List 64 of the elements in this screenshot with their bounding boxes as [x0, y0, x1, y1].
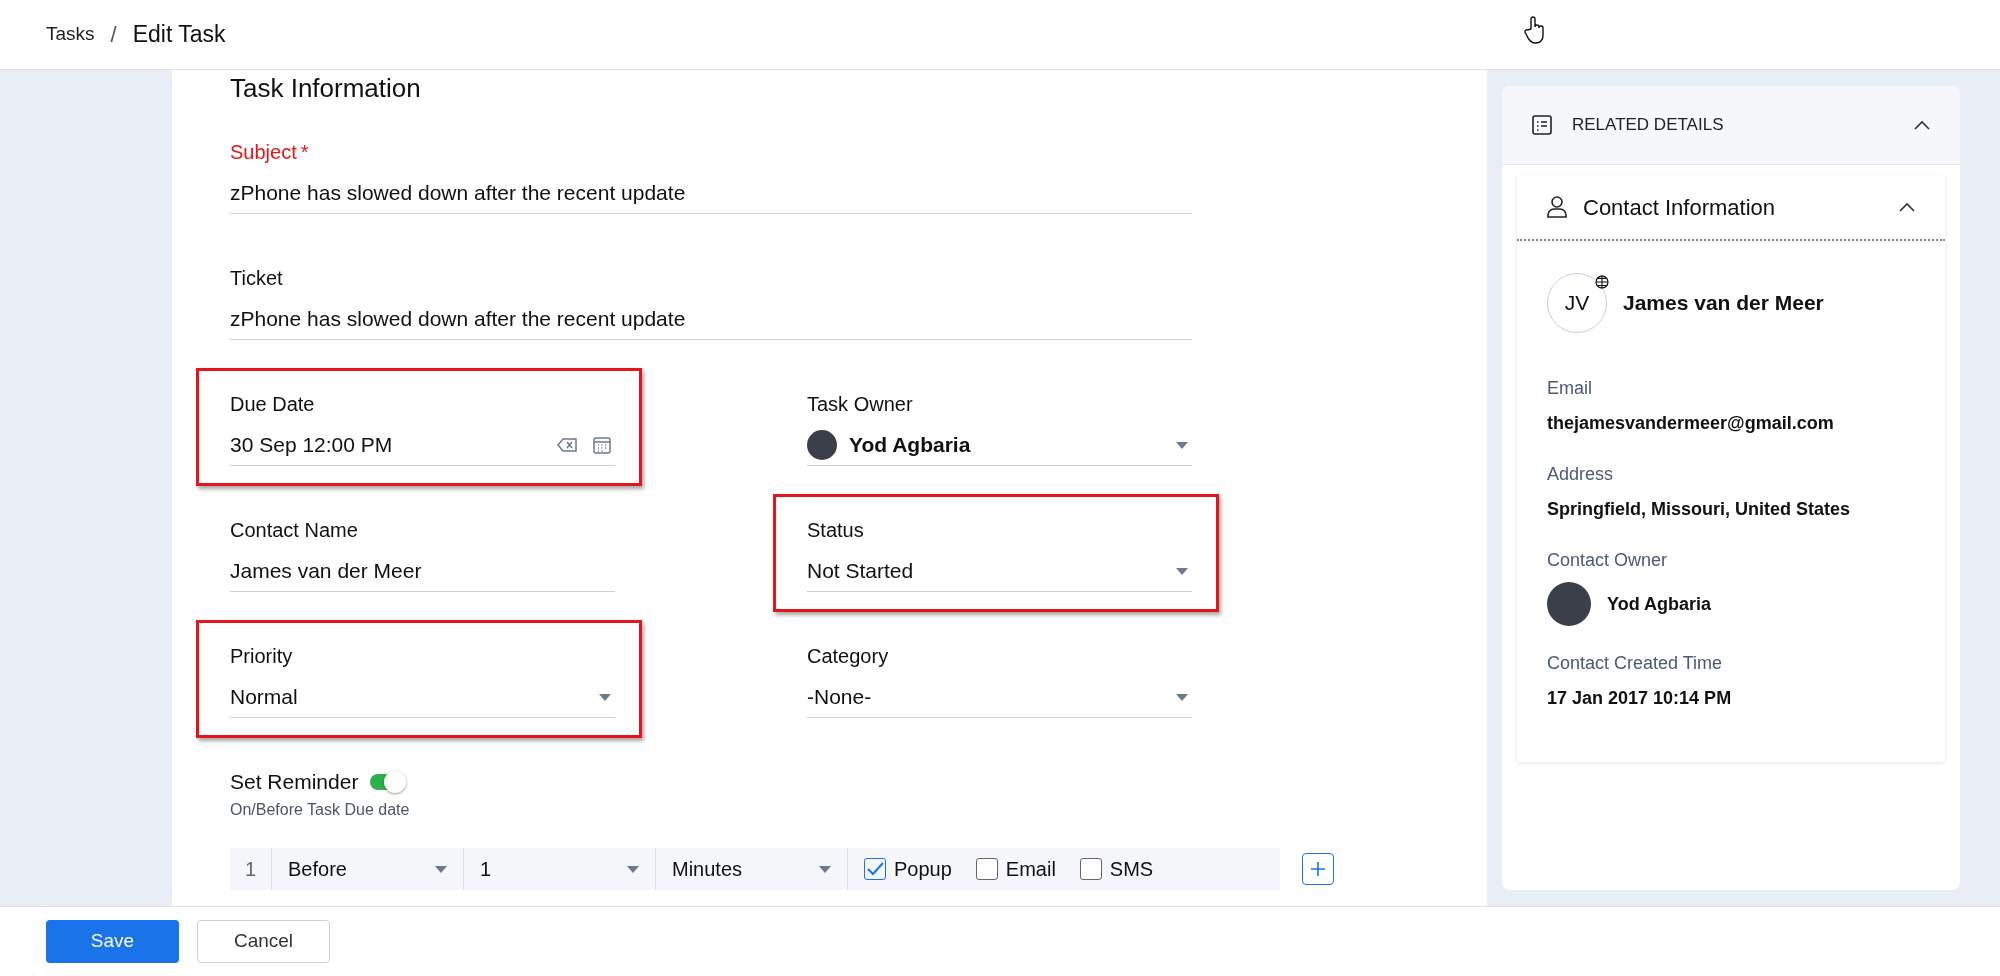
detail-value: thejamesvandermeer@gmail.com	[1547, 412, 1835, 435]
detail-label: Email	[1547, 377, 1593, 400]
reminder-select[interactable]: 1	[464, 848, 656, 890]
text-field[interactable]: zPhone has slowed down after the recent update	[230, 305, 1192, 333]
date-field[interactable]: 30 Sep 12:00 PM	[230, 429, 393, 461]
reminder-toggle[interactable]	[370, 774, 405, 790]
globe-icon	[1595, 275, 1609, 289]
contact-name: James van der Meer	[1623, 290, 1824, 317]
field-label: Priority	[230, 644, 293, 669]
detail-value: Yod Agbaria	[1607, 592, 1711, 616]
page-title: Edit Task	[132, 20, 226, 50]
list-icon	[1532, 115, 1552, 135]
detail-label: Contact Created Time	[1547, 652, 1724, 675]
dropdown-caret-icon	[1176, 693, 1188, 701]
field-label: Subject	[230, 140, 297, 165]
text-field[interactable]: James van der Meer	[230, 557, 615, 585]
card-title: Contact Information	[1583, 193, 1776, 222]
required-mark: *	[300, 140, 309, 165]
text-field[interactable]: zPhone has slowed down after the recent update	[230, 179, 1192, 207]
detail-value: Springfield, Missouri, United States	[1547, 498, 1852, 521]
dropdown-caret-icon	[819, 865, 831, 873]
add-button[interactable]	[1302, 853, 1334, 885]
plus-icon	[1311, 862, 1325, 876]
reminder-index: 1	[230, 848, 272, 890]
avatar-photo-placeholder	[1547, 582, 1591, 626]
calendar-icon[interactable]	[593, 436, 611, 454]
detail-value: 17 Jan 2017 10:14 PM	[1547, 687, 1733, 710]
avatar-photo-placeholder	[807, 430, 837, 460]
section-title: Task Information	[230, 72, 422, 104]
breadcrumb-link[interactable]: Tasks	[46, 20, 95, 49]
detail-label: Address	[1547, 463, 1615, 486]
field-label: Due Date	[230, 392, 315, 417]
panel-title: RELATED DETAILS	[1572, 114, 1725, 137]
field-label: Category	[807, 644, 889, 669]
reminder-select[interactable]: Minutes	[656, 848, 848, 890]
reminder-label: Set Reminder	[230, 769, 359, 796]
breadcrumb-separator: /	[110, 21, 117, 49]
detail-label: Contact Owner	[1547, 549, 1669, 572]
chevron-up-icon[interactable]	[1914, 120, 1930, 130]
dropdown-caret-icon	[1176, 441, 1188, 449]
channel-checkbox[interactable]: Popup	[864, 854, 952, 884]
reminder-select[interactable]: Before	[272, 848, 464, 890]
field-label: Contact Name	[230, 518, 358, 543]
select-dropdown[interactable]: Normal	[230, 683, 615, 711]
chevron-up-icon[interactable]	[1899, 202, 1915, 212]
owner-name: Yod Agbaria	[849, 432, 971, 459]
owner-dropdown[interactable]: Yod Agbaria	[807, 431, 1192, 459]
channel-checkbox[interactable]: Email	[975, 854, 1056, 884]
dropdown-caret-icon	[435, 865, 447, 873]
clear-icon[interactable]	[557, 438, 577, 452]
select-dropdown[interactable]: -None-	[807, 683, 1192, 711]
field-label: Status	[807, 518, 864, 543]
select-dropdown[interactable]: Not Started	[807, 557, 1192, 585]
dropdown-caret-icon	[627, 865, 639, 873]
reminder-hint: On/Before Task Due date	[230, 800, 411, 820]
hand-cursor-icon	[1524, 16, 1546, 44]
person-icon	[1547, 196, 1567, 218]
save-button[interactable]: Save	[46, 920, 179, 963]
dropdown-caret-icon	[599, 693, 611, 701]
field-label: Ticket	[230, 266, 283, 291]
channel-checkbox[interactable]: SMS	[1079, 854, 1154, 884]
cancel-button[interactable]: Cancel	[197, 920, 330, 963]
dropdown-caret-icon	[1176, 567, 1188, 575]
field-label: Task Owner	[807, 392, 913, 417]
